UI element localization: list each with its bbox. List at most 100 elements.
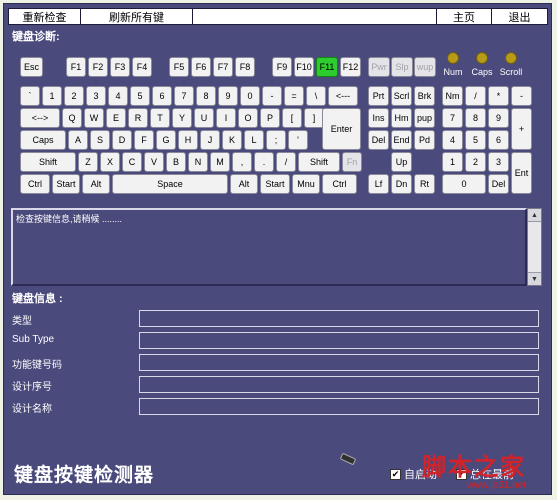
key-z[interactable]: Z — [78, 152, 98, 172]
key-i[interactable]: I — [216, 108, 236, 128]
key-shift-left[interactable]: Shift — [20, 152, 76, 172]
key-f5[interactable]: F5 — [169, 57, 189, 77]
key-o[interactable]: O — [238, 108, 258, 128]
key-v[interactable]: V — [144, 152, 164, 172]
key-num-3[interactable]: 3 — [488, 152, 509, 172]
scroll-up-arrow-icon[interactable]: ▲ — [528, 209, 541, 222]
key-mnu-6[interactable]: Mnu — [292, 174, 320, 194]
key-alt-4[interactable]: Alt — [230, 174, 258, 194]
key-p[interactable]: P — [260, 108, 280, 128]
key-f12[interactable]: F12 — [340, 57, 361, 77]
key-fn[interactable]: Fn — [342, 152, 362, 172]
key-semicolon[interactable]: ; — [266, 130, 286, 150]
key-equals[interactable]: = — [284, 86, 304, 106]
key-r[interactable]: R — [128, 108, 148, 128]
key-rt[interactable]: Rt — [414, 174, 435, 194]
key-5[interactable]: 5 — [130, 86, 150, 106]
key-num-enter[interactable]: Ent — [511, 152, 532, 194]
key-end[interactable]: End — [391, 130, 412, 150]
key-f10[interactable]: F10 — [294, 57, 314, 77]
key-e[interactable]: E — [106, 108, 126, 128]
key-alt-2[interactable]: Alt — [82, 174, 110, 194]
key-f4[interactable]: F4 — [132, 57, 152, 77]
key-7[interactable]: 7 — [174, 86, 194, 106]
key-f11[interactable]: F11 — [316, 57, 338, 77]
key-num-multiply[interactable]: * — [488, 86, 509, 106]
key-up[interactable]: Up — [391, 152, 412, 172]
key-num-nm[interactable]: Nm — [442, 86, 463, 106]
key-pup[interactable]: pup — [414, 108, 435, 128]
key-1[interactable]: 1 — [42, 86, 62, 106]
key-scrl[interactable]: Scrl — [391, 86, 412, 106]
status-scrollbar[interactable]: ▲ ▼ — [527, 208, 542, 286]
key-backslash[interactable]: \ — [306, 86, 326, 106]
key-num-8[interactable]: 8 — [465, 108, 486, 128]
key-y[interactable]: Y — [172, 108, 192, 128]
key-s[interactable]: S — [90, 130, 110, 150]
key-start-1[interactable]: Start — [52, 174, 80, 194]
key-num-2[interactable]: 2 — [465, 152, 486, 172]
refresh-all-keys-button[interactable]: 刷新所有键 — [81, 9, 193, 24]
key-backspace[interactable]: <--- — [328, 86, 358, 106]
key-w[interactable]: W — [84, 108, 104, 128]
key-num-4[interactable]: 4 — [442, 130, 463, 150]
key-c[interactable]: C — [122, 152, 142, 172]
key-minus[interactable]: - — [262, 86, 282, 106]
key-lf[interactable]: Lf — [368, 174, 389, 194]
key-num-0[interactable]: 0 — [442, 174, 486, 194]
key-caps[interactable]: Caps — [20, 130, 66, 150]
key-hm[interactable]: Hm — [391, 108, 412, 128]
key-slp[interactable]: Slp — [391, 57, 413, 77]
key-d[interactable]: D — [112, 130, 132, 150]
key-dn[interactable]: Dn — [391, 174, 412, 194]
key-f8[interactable]: F8 — [235, 57, 255, 77]
key-brk[interactable]: Brk — [414, 86, 435, 106]
key-f9[interactable]: F9 — [272, 57, 292, 77]
key-f[interactable]: F — [134, 130, 154, 150]
key-start-5[interactable]: Start — [260, 174, 290, 194]
key-9[interactable]: 9 — [218, 86, 238, 106]
key-num-7[interactable]: 7 — [442, 108, 463, 128]
home-button[interactable]: 主页 — [437, 9, 492, 24]
key-shift-right[interactable]: Shift — [298, 152, 340, 172]
key-backtick[interactable]: ` — [20, 86, 40, 106]
key-n[interactable]: N — [188, 152, 208, 172]
key-ctrl-0[interactable]: Ctrl — [20, 174, 50, 194]
key-tab[interactable]: <--> — [20, 108, 60, 128]
key-k[interactable]: K — [222, 130, 242, 150]
key-num-1[interactable]: 1 — [442, 152, 463, 172]
key-f7[interactable]: F7 — [213, 57, 233, 77]
key-esc[interactable]: Esc — [20, 57, 43, 77]
recheck-button[interactable]: 重新检查 — [9, 9, 81, 24]
key-f2[interactable]: F2 — [88, 57, 108, 77]
exit-button[interactable]: 退出 — [492, 9, 547, 24]
key-f3[interactable]: F3 — [110, 57, 130, 77]
key-g[interactable]: G — [156, 130, 176, 150]
key-8[interactable]: 8 — [196, 86, 216, 106]
scroll-down-arrow-icon[interactable]: ▼ — [528, 272, 541, 285]
key-num-9[interactable]: 9 — [488, 108, 509, 128]
key-space-3[interactable]: Space — [112, 174, 228, 194]
key-slash[interactable]: / — [276, 152, 296, 172]
key-num-plus[interactable]: + — [511, 108, 532, 150]
key-ctrl-7[interactable]: Ctrl — [322, 174, 357, 194]
key-num-del[interactable]: Del — [488, 174, 509, 194]
key-6[interactable]: 6 — [152, 86, 172, 106]
key-h[interactable]: H — [178, 130, 198, 150]
key-4[interactable]: 4 — [108, 86, 128, 106]
key-comma[interactable]: , — [232, 152, 252, 172]
key-lbracket[interactable]: [ — [282, 108, 302, 128]
key-x[interactable]: X — [100, 152, 120, 172]
key-period[interactable]: . — [254, 152, 274, 172]
key-enter[interactable]: Enter — [322, 108, 361, 150]
key-f6[interactable]: F6 — [191, 57, 211, 77]
key-num-5[interactable]: 5 — [465, 130, 486, 150]
key-0[interactable]: 0 — [240, 86, 260, 106]
key-q[interactable]: Q — [62, 108, 82, 128]
key-l[interactable]: L — [244, 130, 264, 150]
key-u[interactable]: U — [194, 108, 214, 128]
key-2[interactable]: 2 — [64, 86, 84, 106]
key-quote[interactable]: ' — [288, 130, 308, 150]
key-rbracket[interactable]: ] — [304, 108, 324, 128]
key-num-divide[interactable]: / — [465, 86, 486, 106]
